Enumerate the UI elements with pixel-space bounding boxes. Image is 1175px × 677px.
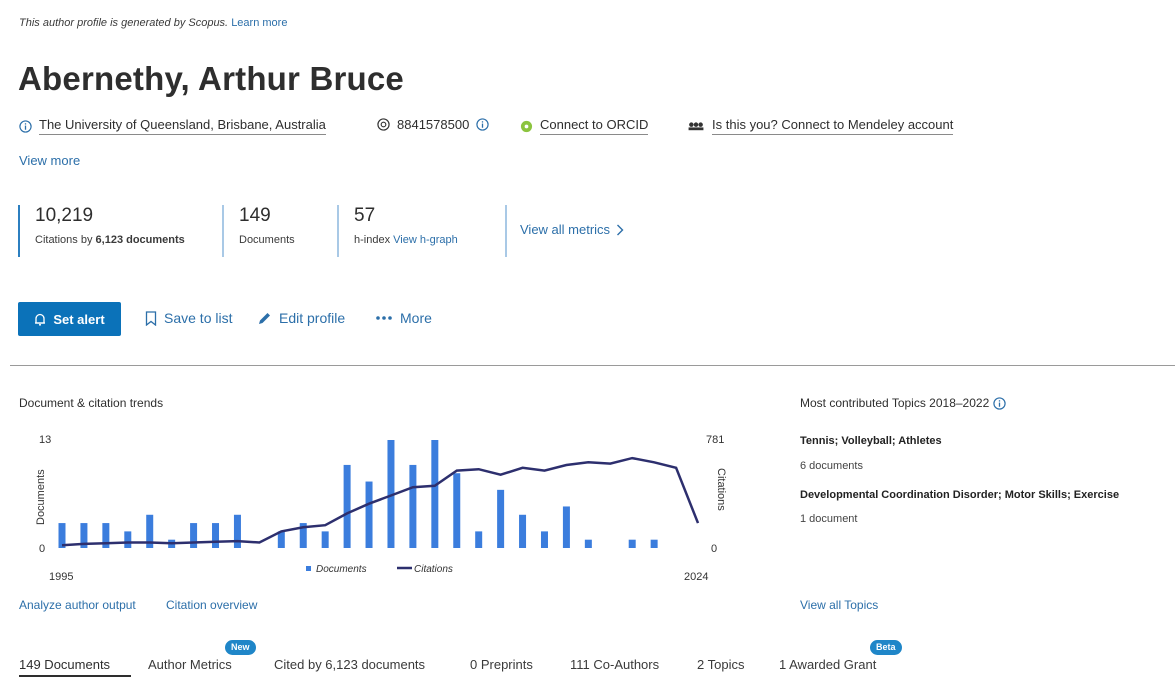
documents-metric: 149 Documents (222, 205, 329, 257)
topic-name[interactable]: Developmental Coordination Disorder; Mot… (800, 489, 1119, 501)
y-tick-bottom: 0 (39, 543, 45, 555)
documents-bar (519, 514, 527, 548)
documents-label: Documents (239, 234, 295, 246)
view-more-link[interactable]: View more (19, 153, 80, 168)
profile-notice: This author profile is generated by Scop… (19, 17, 287, 29)
documents-bar (321, 531, 329, 548)
x-end-label: 2024 (684, 571, 708, 583)
legend-documents-swatch (306, 566, 311, 571)
learn-more-link[interactable]: Learn more (231, 17, 287, 29)
view-hgraph-link[interactable]: View h-graph (393, 234, 458, 246)
id-icon (377, 118, 390, 131)
legend-citations: Citations (414, 564, 453, 575)
affiliation[interactable]: The University of Queensland, Brisbane, … (19, 117, 326, 135)
citations-metric: 10,219 Citations by 6,123 documents (18, 205, 225, 257)
beta-badge: Beta (870, 640, 902, 655)
documents-bar (343, 464, 351, 548)
mendeley-link[interactable]: Is this you? Connect to Mendeley account (712, 117, 954, 135)
topic-name[interactable]: Tennis; Volleyball; Athletes (800, 435, 942, 447)
documents-bar (562, 506, 570, 548)
topic-count: 6 documents (800, 460, 863, 472)
orcid-connect[interactable]: Connect to ORCID (520, 117, 649, 135)
documents-bar (475, 531, 483, 548)
more-button[interactable]: More (375, 310, 432, 326)
save-to-list-button[interactable]: Save to list (145, 310, 232, 326)
author-id: 8841578500 (377, 117, 489, 132)
y2-axis-label: Citations (715, 468, 727, 511)
tab-awarded-grant[interactable]: 1 Awarded Grant (779, 657, 876, 672)
info-icon[interactable] (476, 118, 489, 131)
documents-bar (190, 523, 198, 548)
mendeley-icon (688, 121, 704, 130)
topics-title: Most contributed Topics 2018–2022 (800, 396, 1006, 410)
documents-bar (584, 539, 592, 548)
trends-title: Document & citation trends (19, 396, 164, 410)
info-icon (19, 119, 32, 133)
y2-tick-bottom: 0 (711, 543, 717, 555)
view-all-topics-link[interactable]: View all Topics (800, 598, 878, 612)
documents-bar (540, 531, 548, 548)
y-tick-top: 13 (39, 434, 51, 446)
documents-bar (650, 539, 658, 548)
tab-co-authors[interactable]: 111 Co-Authors (570, 657, 659, 672)
bell-icon (35, 313, 46, 326)
hindex-value: 57 (354, 205, 376, 226)
citations-line (61, 456, 700, 547)
notice-text: This author profile is generated by Scop… (19, 17, 229, 29)
documents-bar (431, 440, 439, 548)
documents-bars (58, 440, 658, 548)
hindex-metric: 57 h-index View h-graph (337, 205, 504, 257)
metrics-divider (505, 205, 507, 257)
y2-tick-top: 781 (706, 434, 724, 446)
citation-overview-link[interactable]: Citation overview (166, 598, 257, 612)
view-all-metrics-link[interactable]: View all metrics (520, 222, 624, 237)
tab-preprints[interactable]: 0 Preprints (470, 657, 533, 672)
orcid-icon (520, 120, 533, 132)
legend-documents: Documents (316, 564, 367, 575)
analyze-author-output-link[interactable]: Analyze author output (19, 598, 136, 612)
affiliation-link[interactable]: The University of Queensland, Brisbane, … (39, 117, 326, 135)
orcid-link[interactable]: Connect to ORCID (540, 117, 649, 135)
x-start-label: 1995 (49, 571, 73, 583)
documents-bar (212, 523, 220, 548)
chevron-right-icon (617, 224, 624, 235)
hindex-label: h-index View h-graph (354, 234, 458, 246)
more-dots-icon (376, 316, 392, 320)
set-alert-button[interactable]: Set alert (18, 302, 121, 336)
mendeley-connect[interactable]: Is this you? Connect to Mendeley account (687, 117, 954, 135)
documents-bar (233, 514, 241, 548)
documents-value: 149 (239, 205, 271, 226)
topic-count: 1 document (800, 513, 858, 525)
new-badge: New (225, 640, 256, 655)
documents-bar (365, 481, 373, 548)
info-icon[interactable] (993, 396, 1006, 410)
tab-documents[interactable]: 149 Documents (19, 657, 110, 672)
pencil-icon (259, 312, 270, 324)
citations-value: 10,219 (35, 205, 94, 226)
documents-bar (628, 539, 636, 548)
citations-label: Citations by 6,123 documents (35, 234, 185, 246)
documents-bar (453, 473, 461, 548)
author-id-value: 8841578500 (397, 117, 470, 132)
citation-trends-chart: 13 0 781 0 Documents Citations 1995 2024… (35, 434, 727, 583)
bookmark-icon (145, 310, 157, 326)
author-name: Abernethy, Arthur Bruce (18, 60, 404, 97)
documents-bar (409, 464, 417, 548)
documents-bar (124, 531, 132, 548)
tab-author-metrics[interactable]: Author Metrics (148, 657, 232, 672)
tab-cited-by[interactable]: Cited by 6,123 documents (274, 657, 425, 672)
documents-bar (497, 489, 505, 548)
tab-topics[interactable]: 2 Topics (697, 657, 744, 672)
y-axis-label: Documents (35, 469, 47, 525)
section-divider (10, 365, 1175, 366)
edit-profile-button[interactable]: Edit profile (257, 310, 345, 326)
